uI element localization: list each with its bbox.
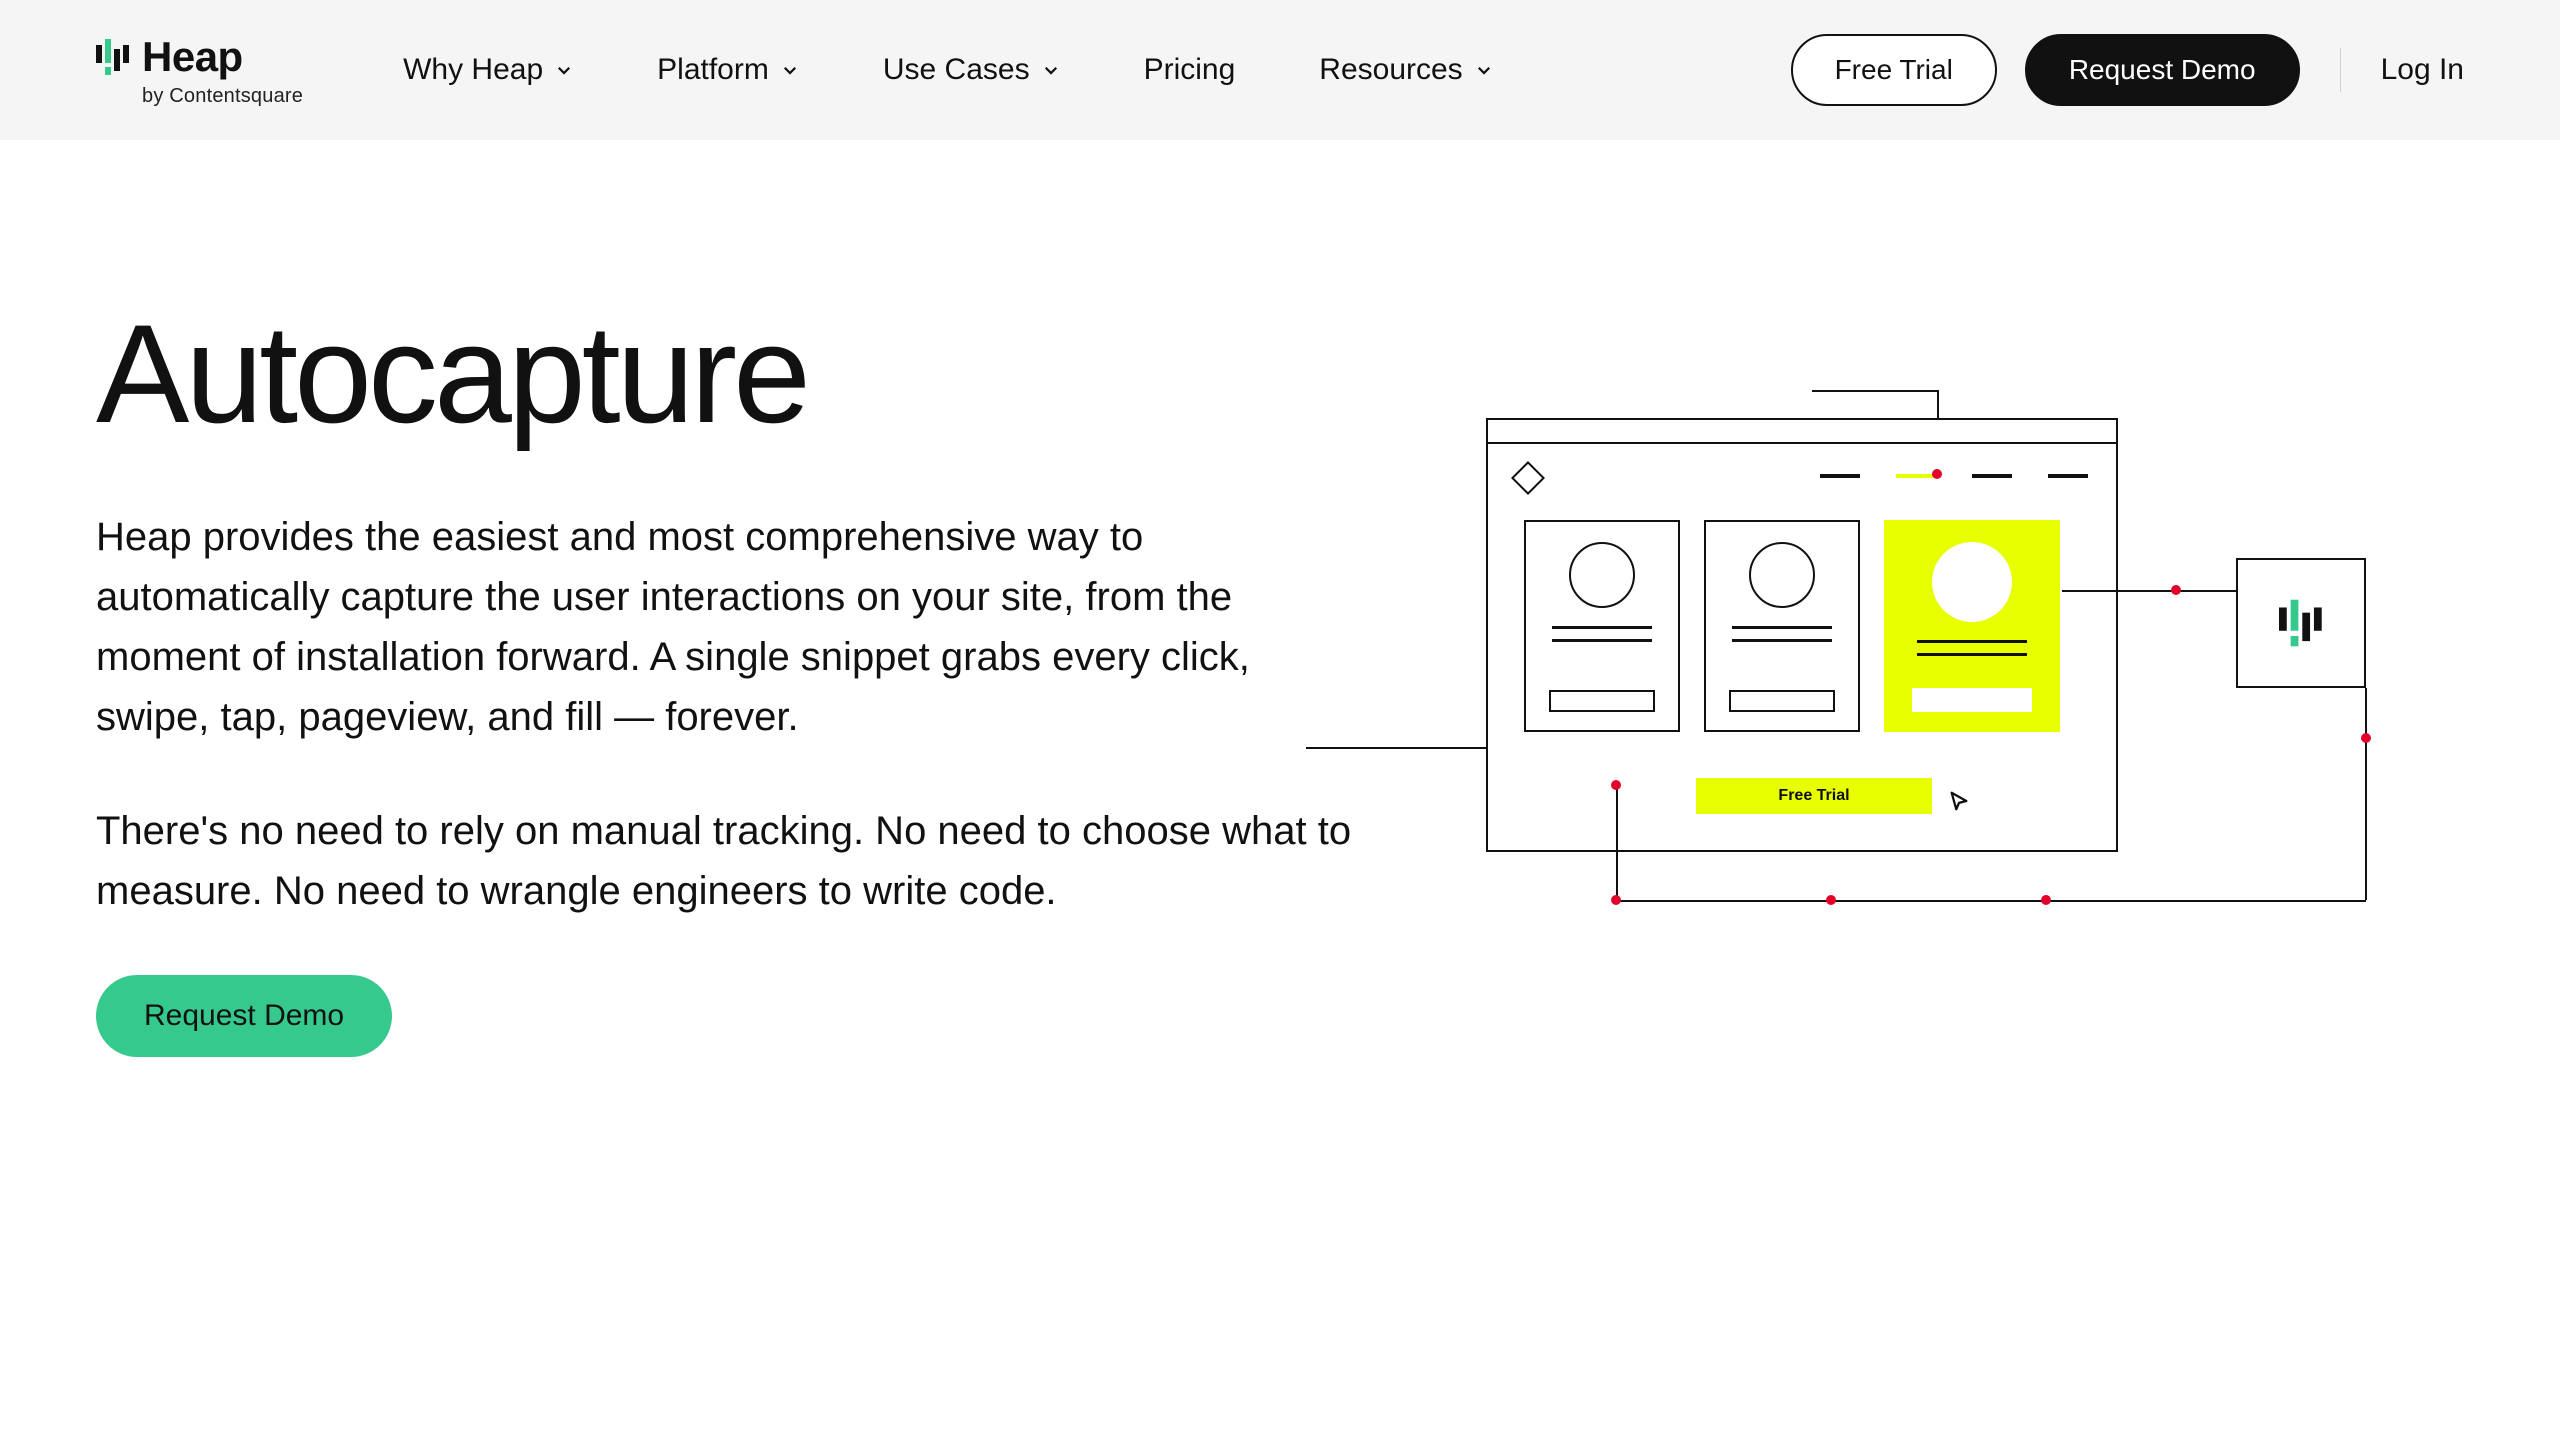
top-nav: Heap by Contentsquare Why Heap Platform … <box>0 0 2560 140</box>
wireframe-card <box>1704 520 1860 732</box>
wireframe-card-button <box>1729 690 1835 712</box>
chevron-down-icon <box>781 61 799 79</box>
wireframe-card-button <box>1912 688 2032 712</box>
wire <box>1616 900 2366 902</box>
wire <box>1812 390 1937 392</box>
nav-label: Platform <box>657 53 769 87</box>
wireframe-nav-item-active <box>1896 474 1936 478</box>
wireframe-logo-icon <box>1511 461 1545 495</box>
wireframe-avatar-icon <box>1749 542 1815 608</box>
wireframe-card <box>1524 520 1680 732</box>
chevron-down-icon <box>1042 61 1060 79</box>
wireframe-card-highlighted <box>1884 520 2060 732</box>
wire <box>2365 688 2367 900</box>
brand-name: Heap <box>142 33 243 81</box>
free-trial-button[interactable]: Free Trial <box>1791 34 1997 106</box>
wireframe-nav-item <box>2048 474 2088 478</box>
hero-section: Autocapture Heap provides the easiest an… <box>0 140 2560 1057</box>
nav-label: Use Cases <box>883 53 1030 87</box>
primary-nav: Why Heap Platform Use Cases Pricing Reso… <box>403 53 1750 87</box>
nav-why-heap[interactable]: Why Heap <box>403 53 573 87</box>
wire <box>1616 785 1618 901</box>
wireframe-browser: Free Trial <box>1486 418 2118 852</box>
nav-label: Why Heap <box>403 53 543 87</box>
nav-actions: Free Trial Request Demo Log In <box>1791 34 2464 106</box>
nav-divider <box>2340 48 2341 92</box>
chevron-down-icon <box>555 61 573 79</box>
brand-logo[interactable]: Heap by Contentsquare <box>96 33 303 108</box>
hero-paragraph-1: Heap provides the easiest and most compr… <box>96 507 1356 747</box>
data-node <box>2361 733 2371 743</box>
heap-logo-icon <box>96 39 130 75</box>
data-node <box>2171 585 2181 595</box>
wireframe-titlebar <box>1488 420 2116 444</box>
wireframe-avatar-icon <box>1932 542 2012 622</box>
hero-paragraph-2: There's no need to rely on manual tracki… <box>96 801 1356 921</box>
data-node <box>2041 895 2051 905</box>
page-title: Autocapture <box>96 300 1356 447</box>
wireframe-nav <box>1820 474 2088 478</box>
brand-tagline: by Contentsquare <box>142 85 303 108</box>
nav-resources[interactable]: Resources <box>1319 53 1492 87</box>
wireframe-cards <box>1524 520 2060 732</box>
cursor-icon <box>1948 790 1970 812</box>
nav-use-cases[interactable]: Use Cases <box>883 53 1060 87</box>
wire <box>2062 590 2236 592</box>
wireframe-free-trial-button: Free Trial <box>1696 778 1932 814</box>
login-link[interactable]: Log In <box>2381 53 2464 87</box>
data-node <box>1611 780 1621 790</box>
chevron-down-icon <box>1475 61 1493 79</box>
heap-chip <box>2236 558 2366 688</box>
wireframe-nav-item <box>1820 474 1860 478</box>
heap-logo-icon <box>2279 599 2323 647</box>
nav-label: Pricing <box>1144 53 1236 87</box>
hero-request-demo-button[interactable]: Request Demo <box>96 975 392 1057</box>
wireframe-nav-item <box>1972 474 2012 478</box>
nav-label: Resources <box>1319 53 1462 87</box>
data-node <box>1932 469 1942 479</box>
hero-copy: Autocapture Heap provides the easiest an… <box>96 300 1356 1057</box>
data-node <box>1826 895 1836 905</box>
nav-platform[interactable]: Platform <box>657 53 799 87</box>
data-node <box>1611 895 1621 905</box>
hero-illustration: Free Trial <box>1416 300 2464 1057</box>
wireframe-avatar-icon <box>1569 542 1635 608</box>
request-demo-button[interactable]: Request Demo <box>2025 34 2300 106</box>
wireframe-card-button <box>1549 690 1655 712</box>
nav-pricing[interactable]: Pricing <box>1144 53 1236 87</box>
